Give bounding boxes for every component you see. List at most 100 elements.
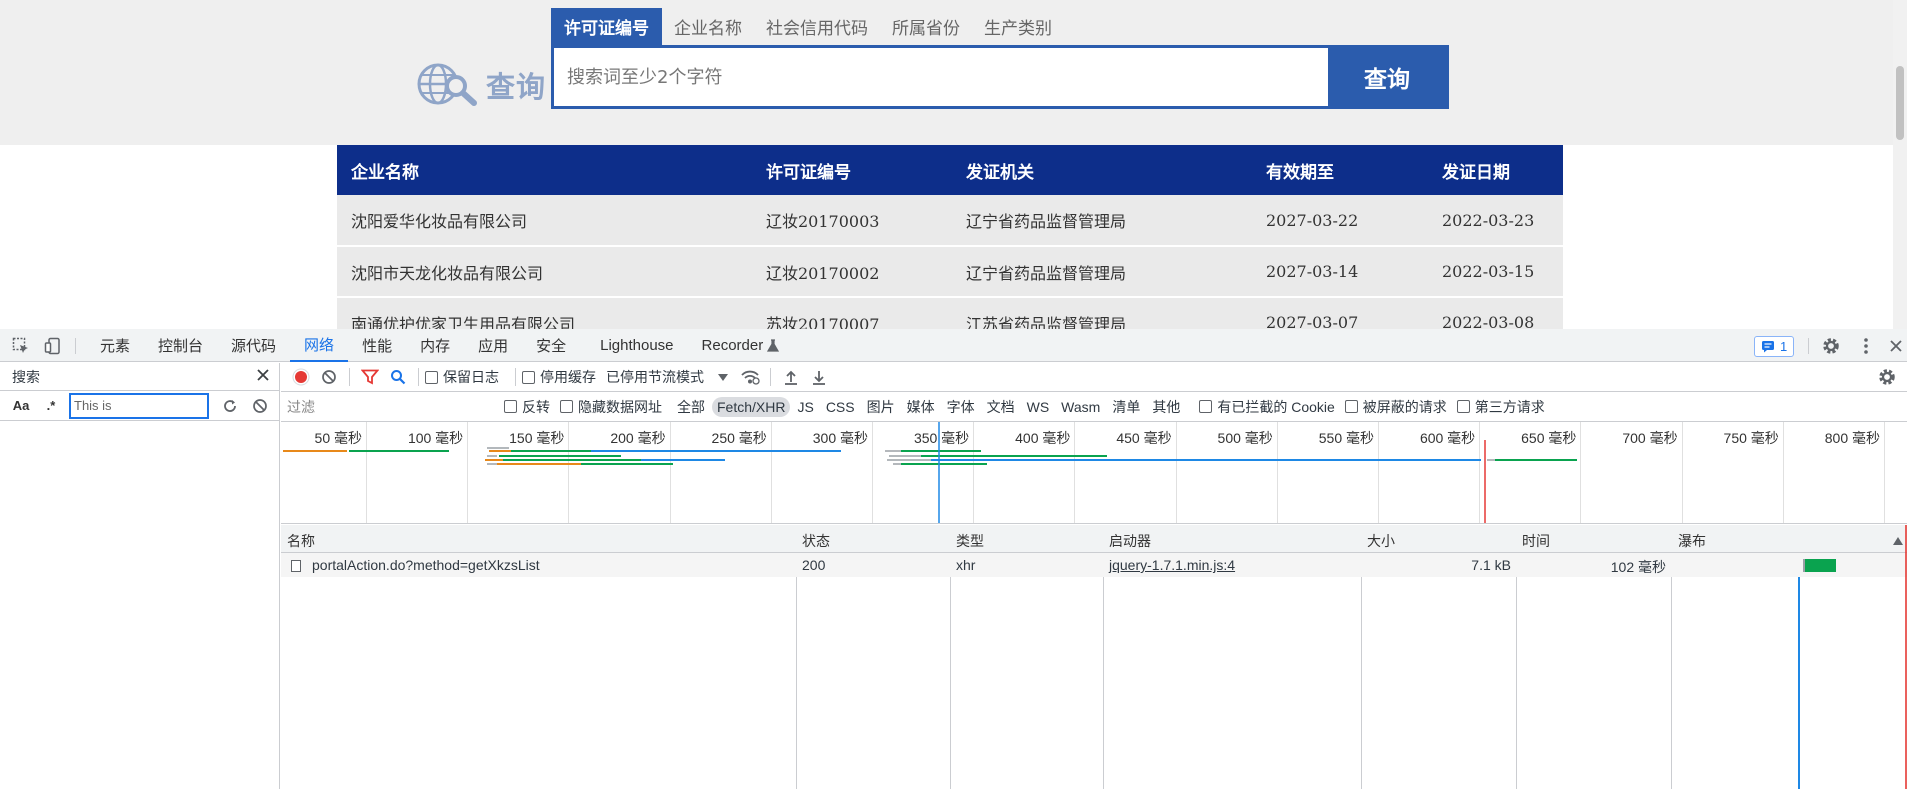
filter-type-wasm[interactable]: Wasm <box>1056 397 1105 417</box>
network-filter-bar: 反转 隐藏数据网址 全部 Fetch/XHR JS CSS 图片 媒体 字体 文… <box>281 392 1907 422</box>
header-time[interactable]: 时间 <box>1522 531 1550 551</box>
tab-security[interactable]: 安全 <box>522 329 580 362</box>
network-overview-timeline[interactable]: 50 毫秒 100 毫秒 150 毫秒 200 毫秒 250 毫秒 300 毫秒 350 毫… <box>281 422 1907 524</box>
devtools: 元素 控制台 源代码 网络 性能 内存 应用 安全 Lighthouse Rec… <box>0 329 1907 789</box>
filter-type-css[interactable]: CSS <box>821 397 860 417</box>
tab-application[interactable]: 应用 <box>464 329 522 362</box>
cell-issue-date: 2022-03-23 <box>1442 210 1535 230</box>
table-row[interactable]: portalAction.do?method=getXkzsList 200 x… <box>281 553 1907 577</box>
cell-issue-date: 2022-03-08 <box>1442 313 1535 329</box>
header-size[interactable]: 大小 <box>1367 531 1395 551</box>
search-query-input[interactable] <box>69 392 209 419</box>
checkbox-box[interactable] <box>1344 400 1358 413</box>
cell-company-name: 沈阳爱华化妆品有限公司 <box>351 212 528 231</box>
request-initiator-link[interactable]: jquery-1.7.1.min.js:4 <box>1109 557 1235 573</box>
checkbox-box[interactable] <box>504 400 517 413</box>
search-icon[interactable] <box>384 363 412 391</box>
tab-console[interactable]: 控制台 <box>144 329 217 362</box>
clear-icon[interactable] <box>252 398 268 414</box>
table-row[interactable]: 沈阳爱华化妆品有限公司 辽妆20170003 辽宁省药品监督管理局 2027-0… <box>337 195 1563 246</box>
filter-type-other[interactable]: 其他 <box>1147 395 1185 419</box>
disable-cache-checkbox[interactable]: 停用缓存 <box>522 367 596 387</box>
invert-checkbox[interactable]: 反转 <box>504 397 550 417</box>
checkbox-box[interactable] <box>560 400 573 413</box>
filter-input[interactable] <box>287 395 492 418</box>
filter-type-media[interactable]: 媒体 <box>902 395 940 419</box>
disable-cache-label: 停用缓存 <box>540 369 596 385</box>
inspect-element-icon[interactable] <box>10 335 32 357</box>
search-tab-province[interactable]: 所属省份 <box>880 8 972 45</box>
issues-badge[interactable]: 1 <box>1754 336 1795 357</box>
checkbox-box[interactable] <box>1199 400 1213 413</box>
network-settings-gear-icon[interactable] <box>1873 363 1901 391</box>
filter-type-fetch-xhr[interactable]: Fetch/XHR <box>712 396 791 417</box>
filter-type-font[interactable]: 字体 <box>942 395 980 419</box>
filter-type-all[interactable]: 全部 <box>672 395 710 419</box>
filter-type-js[interactable]: JS <box>792 397 818 417</box>
blocked-cookies-checkbox[interactable]: 有已拦截的 Cookie <box>1199 397 1335 417</box>
search-tab-company-name[interactable]: 企业名称 <box>662 8 754 45</box>
third-party-label: 第三方请求 <box>1474 398 1545 415</box>
filter-type-manifest[interactable]: 清单 <box>1107 395 1145 419</box>
filter-type-doc[interactable]: 文档 <box>982 395 1020 419</box>
blocked-requests-label: 被屏蔽的请求 <box>1362 398 1447 415</box>
network-conditions-icon[interactable] <box>736 363 764 391</box>
regex-button[interactable]: .* <box>40 398 62 413</box>
header-status[interactable]: 状态 <box>802 531 830 551</box>
hide-data-urls-checkbox[interactable]: 隐藏数据网址 <box>560 397 662 417</box>
waterfall-dom-line <box>1798 577 1800 789</box>
more-options-icon[interactable] <box>1855 335 1877 357</box>
checkbox-box[interactable] <box>425 370 438 384</box>
overview-waterfall-bars <box>283 422 1577 523</box>
header-waterfall[interactable]: 瀑布 <box>1678 531 1706 551</box>
tab-network[interactable]: 网络 <box>290 329 349 362</box>
document-icon <box>291 559 301 575</box>
filter-icon[interactable] <box>356 363 384 391</box>
blocked-requests-checkbox[interactable]: 被屏蔽的请求 <box>1344 397 1447 417</box>
checkbox-box[interactable] <box>1456 400 1470 413</box>
sort-ascending-icon[interactable] <box>1893 532 1903 548</box>
search-box: 查询 <box>551 45 1449 109</box>
import-har-icon[interactable] <box>777 363 805 391</box>
search-input[interactable] <box>554 48 1328 106</box>
tab-sources[interactable]: 源代码 <box>217 329 290 362</box>
header-type[interactable]: 类型 <box>956 531 984 551</box>
filter-type-img[interactable]: 图片 <box>862 395 900 419</box>
toolbar-divider <box>75 338 76 354</box>
match-case-button[interactable]: Aa <box>10 398 32 413</box>
table-row[interactable]: 沈阳市天龙化妆品有限公司 辽妆20170002 辽宁省药品监督管理局 2027-… <box>337 246 1563 297</box>
close-devtools-icon[interactable] <box>1885 335 1907 357</box>
table-header: 名称 状态 类型 启动器 大小 时间 瀑布 <box>281 525 1907 553</box>
cell-issuing-authority: 辽宁省药品监督管理局 <box>966 263 1127 283</box>
message-icon <box>1762 341 1774 353</box>
search-tab-credit-code[interactable]: 社会信用代码 <box>754 8 880 45</box>
search-tab-production-category[interactable]: 生产类别 <box>972 8 1064 45</box>
header-name[interactable]: 名称 <box>287 531 315 551</box>
record-icon[interactable] <box>287 363 315 391</box>
tab-memory[interactable]: 内存 <box>406 329 464 362</box>
export-har-icon[interactable] <box>805 363 833 391</box>
page-scrollbar-thumb[interactable] <box>1896 66 1904 140</box>
filter-type-ws[interactable]: WS <box>1022 397 1055 417</box>
preserve-log-checkbox[interactable]: 保留日志 <box>425 367 499 387</box>
header-initiator[interactable]: 启动器 <box>1109 531 1151 551</box>
tab-performance[interactable]: 性能 <box>348 329 406 362</box>
device-toolbar-icon[interactable] <box>42 335 64 357</box>
cell-valid-until: 2027-03-14 <box>1266 262 1359 281</box>
clear-log-icon[interactable] <box>315 363 343 391</box>
tab-lighthouse[interactable]: Lighthouse <box>580 329 687 362</box>
search-tab-license-number[interactable]: 许可证编号 <box>551 8 662 45</box>
close-icon[interactable] <box>255 367 271 386</box>
table-row[interactable]: 南通优护优家卫生用品有限公司 苏妆20170007 江苏省药品监督管理局 202… <box>337 297 1563 329</box>
checkbox-box[interactable] <box>522 370 535 384</box>
cell-valid-until: 2027-03-22 <box>1266 210 1359 230</box>
tab-recorder[interactable]: Recorder <box>688 329 768 362</box>
search-button[interactable]: 查询 <box>1328 48 1446 106</box>
page-scrollbar[interactable] <box>1893 0 1907 329</box>
throttling-select[interactable]: 已停用节流模式 <box>606 367 728 387</box>
third-party-checkbox[interactable]: 第三方请求 <box>1456 397 1545 417</box>
tab-elements[interactable]: 元素 <box>86 329 144 362</box>
request-name[interactable]: portalAction.do?method=getXkzsList <box>312 557 540 573</box>
settings-gear-icon[interactable] <box>1820 335 1842 357</box>
refresh-icon[interactable] <box>222 398 238 414</box>
